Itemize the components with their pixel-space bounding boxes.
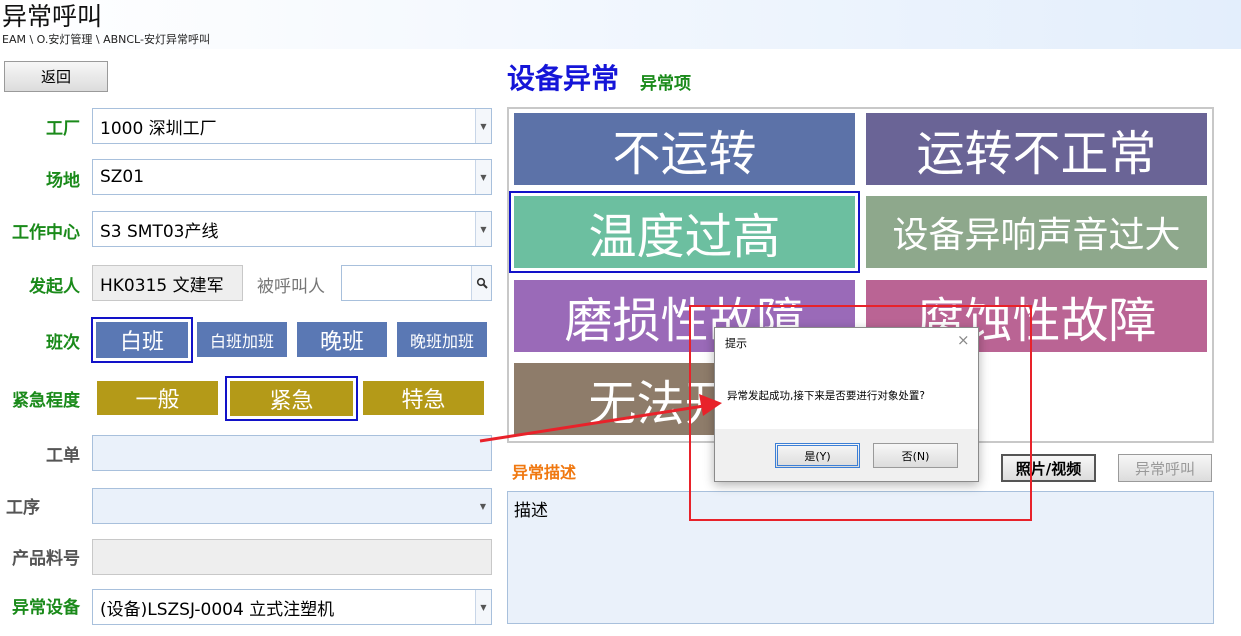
work-order-label: 工单 xyxy=(46,446,80,466)
dropdown-arrow-icon[interactable]: ▼ xyxy=(475,109,491,143)
site-label: 场地 xyxy=(46,171,80,191)
shift-night-button[interactable]: 晚班 xyxy=(297,322,387,357)
breadcrumb: EAM \ O.安灯管理 \ ABNCL-安灯异常呼叫 xyxy=(2,33,210,46)
callee-input[interactable] xyxy=(341,265,492,301)
product-no-field xyxy=(92,539,492,575)
category-subtitle: 异常项 xyxy=(640,74,691,94)
site-select[interactable]: SZ01 ▼ xyxy=(92,159,492,195)
urgency-critical-button[interactable]: 特急 xyxy=(363,381,484,415)
process-label: 工序 xyxy=(6,498,40,518)
call-button[interactable]: 异常呼叫 xyxy=(1118,454,1212,482)
shift-day-overtime-button[interactable]: 白班加班 xyxy=(197,322,287,357)
anomaly-item-overheat[interactable]: 温度过高 xyxy=(509,191,860,273)
dropdown-arrow-icon[interactable]: ▼ xyxy=(475,212,491,246)
initiator-field: HK0315 文建军 xyxy=(92,265,243,301)
process-select[interactable]: ▼ xyxy=(92,488,492,524)
site-value: SZ01 xyxy=(100,167,145,187)
anomaly-item-noise[interactable]: 设备异响声音过大 xyxy=(866,196,1207,268)
callee-label: 被呼叫人 xyxy=(257,277,325,297)
anomaly-item-abnormal-running[interactable]: 运转不正常 xyxy=(866,113,1207,185)
factory-value: 1000 深圳工厂 xyxy=(100,118,217,139)
initiator-label: 发起人 xyxy=(29,277,80,297)
work-center-value: S3 SMT03产线 xyxy=(100,221,219,242)
search-icon[interactable] xyxy=(471,266,491,300)
dropdown-arrow-icon[interactable]: ▼ xyxy=(475,160,491,194)
work-order-input[interactable] xyxy=(92,435,492,471)
category-title: 设备异常 xyxy=(507,62,620,95)
equipment-select[interactable]: (设备)LSZSJ-0004 立式注塑机 ▼ xyxy=(92,589,492,625)
description-label: 异常描述 xyxy=(512,463,577,482)
dropdown-arrow-icon[interactable]: ▼ xyxy=(475,590,491,624)
factory-select[interactable]: 1000 深圳工厂 ▼ xyxy=(92,108,492,144)
urgency-normal-button[interactable]: 一般 xyxy=(97,381,218,415)
urgency-label: 紧急程度 xyxy=(12,391,80,411)
dropdown-arrow-icon[interactable]: ▼ xyxy=(475,489,491,523)
description-value: 描述 xyxy=(514,501,548,521)
factory-label: 工厂 xyxy=(46,119,80,139)
work-center-select[interactable]: S3 SMT03产线 ▼ xyxy=(92,211,492,247)
annotation-arrow-icon xyxy=(479,394,722,443)
shift-label: 班次 xyxy=(46,333,80,353)
product-no-label: 产品料号 xyxy=(12,549,80,569)
shift-night-overtime-button[interactable]: 晚班加班 xyxy=(397,322,487,357)
initiator-value: HK0315 文建军 xyxy=(100,275,224,296)
anomaly-item-not-running[interactable]: 不运转 xyxy=(514,113,855,185)
page-title: 异常呼叫 xyxy=(2,2,103,31)
work-center-label: 工作中心 xyxy=(12,223,80,243)
equipment-label: 异常设备 xyxy=(12,598,80,618)
shift-day-button[interactable]: 白班 xyxy=(91,317,193,363)
annotation-box xyxy=(689,305,1032,521)
back-button[interactable]: 返回 xyxy=(4,61,108,92)
equipment-value: (设备)LSZSJ-0004 立式注塑机 xyxy=(100,599,335,620)
urgency-urgent-button[interactable]: 紧急 xyxy=(225,376,358,421)
